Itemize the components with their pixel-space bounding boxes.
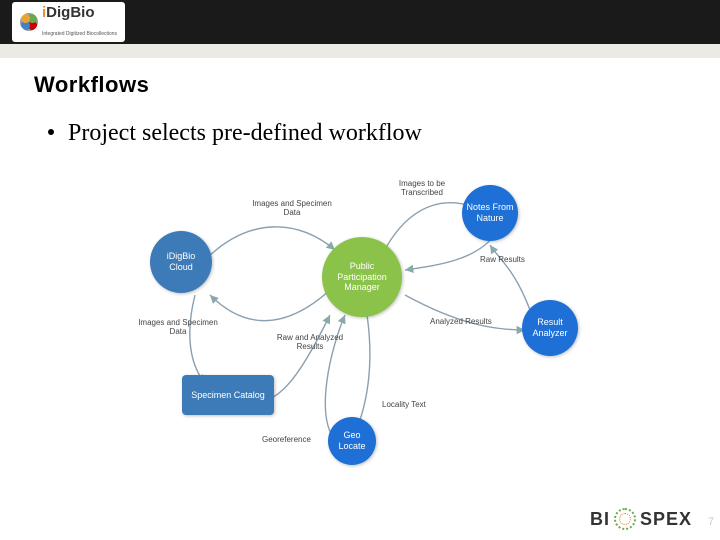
- brand-text-b: SPEX: [640, 509, 692, 530]
- bullet-text: Project selects pre-defined workflow: [68, 120, 422, 146]
- workflow-diagram: iDigBio Cloud Specimen Catalog Public Pa…: [130, 165, 590, 465]
- bullet-dot-icon: [48, 129, 54, 135]
- edge-label: Locality Text: [382, 400, 426, 409]
- biospex-logo: BI SPEX: [590, 508, 692, 530]
- idigbio-logo: iiDigBioDigBio Integrated Digitized Bioc…: [12, 2, 125, 42]
- node-geo-locate: Geo Locate: [328, 417, 376, 465]
- edge-label: Analyzed Results: [430, 317, 492, 326]
- brand-text-a: BI: [590, 509, 610, 530]
- edge-label: Images and Specimen Data: [252, 199, 332, 217]
- edge-label: Georeference: [262, 435, 311, 444]
- edge-label: Images to be Transcribed: [382, 179, 462, 197]
- bullet-item: Project selects pre-defined workflow: [48, 120, 686, 147]
- burst-icon: [614, 508, 636, 530]
- logo-text: iiDigBioDigBio: [42, 4, 95, 21]
- slide-title: Workflows: [34, 72, 686, 98]
- slide-number: 7: [708, 516, 714, 528]
- edge-label: Images and Specimen Data: [138, 318, 218, 336]
- node-idigbio-cloud: iDigBio Cloud: [150, 231, 212, 293]
- node-notes-from-nature: Notes From Nature: [462, 185, 518, 241]
- node-specimen-catalog: Specimen Catalog: [182, 375, 274, 415]
- node-public-participation-manager: Public Participation Manager: [322, 237, 402, 317]
- edge-label: Raw and Analyzed Results: [270, 333, 350, 351]
- slide-content: Workflows Project selects pre-defined wo…: [0, 58, 720, 540]
- logo-subtext: Integrated Digitized Biocollections: [42, 31, 117, 37]
- header-bar: iiDigBioDigBio Integrated Digitized Bioc…: [0, 0, 720, 44]
- sub-bar: [0, 44, 720, 58]
- flower-icon: [20, 13, 38, 31]
- node-result-analyzer: Result Analyzer: [522, 300, 578, 356]
- edge-label: Raw Results: [480, 255, 525, 264]
